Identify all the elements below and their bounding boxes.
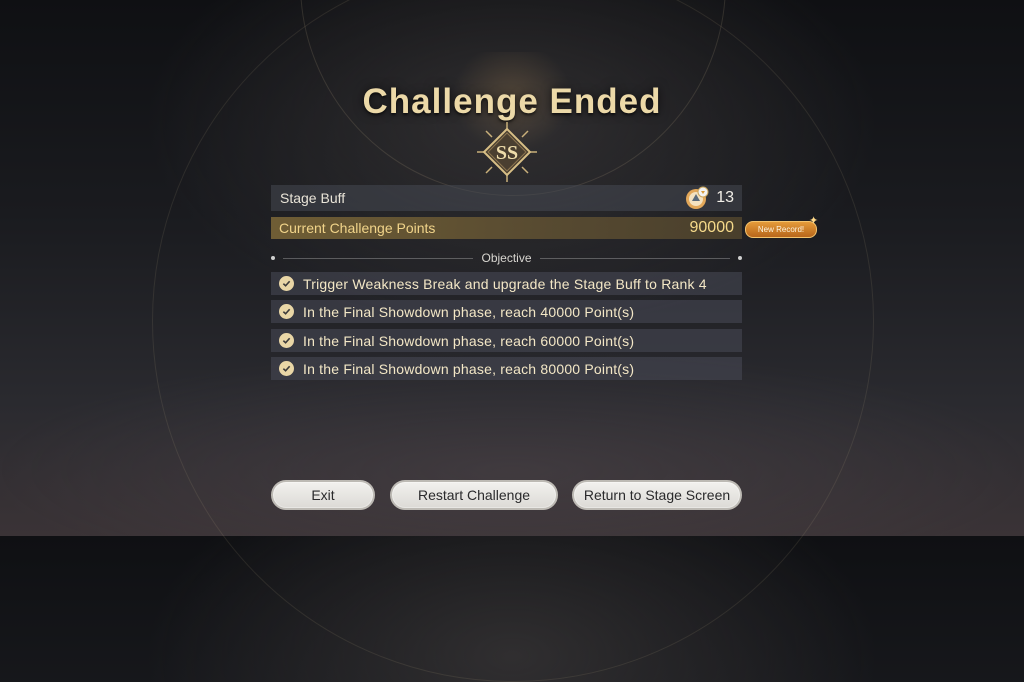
challenge-points-value: 90000 (689, 219, 735, 236)
challenge-points-row: Current Challenge Points 90000 (271, 217, 742, 239)
stage-buff-icon (686, 186, 709, 209)
check-icon (279, 333, 294, 348)
check-icon (279, 304, 294, 319)
stage-buff-count: 13 (716, 189, 734, 206)
result-title: Challenge Ended (362, 82, 662, 121)
stage-buff-label: Stage Buff (280, 190, 346, 206)
return-to-stage-button[interactable]: Return to Stage Screen (572, 480, 742, 510)
objective-heading: Objective (481, 251, 532, 265)
divider-line (283, 257, 474, 259)
objective-item: Trigger Weakness Break and upgrade the S… (271, 272, 742, 295)
divider-dot (271, 256, 275, 260)
rank-badge-icon: SS (477, 122, 537, 182)
check-icon (279, 276, 294, 291)
objective-text: In the Final Showdown phase, reach 40000… (303, 303, 635, 320)
new-record-badge: New Record! (745, 221, 817, 238)
objective-item: In the Final Showdown phase, reach 60000… (271, 329, 742, 352)
sparkle-icon: ✦ (809, 215, 819, 227)
challenge-points-label: Current Challenge Points (279, 220, 436, 236)
objective-text: In the Final Showdown phase, reach 60000… (303, 332, 635, 349)
divider-dot (738, 256, 742, 260)
objective-text: Trigger Weakness Break and upgrade the S… (303, 275, 707, 292)
check-icon (279, 361, 294, 376)
objective-item: In the Final Showdown phase, reach 40000… (271, 300, 742, 323)
restart-challenge-button[interactable]: Restart Challenge (390, 480, 558, 510)
objective-item: In the Final Showdown phase, reach 80000… (271, 357, 742, 380)
rank-text: SS (496, 142, 518, 164)
objective-header: Objective (271, 250, 742, 266)
objective-text: In the Final Showdown phase, reach 80000… (303, 360, 635, 377)
exit-button[interactable]: Exit (271, 480, 375, 510)
stage-buff-row: Stage Buff 13 (271, 185, 742, 211)
divider-line (539, 257, 730, 259)
